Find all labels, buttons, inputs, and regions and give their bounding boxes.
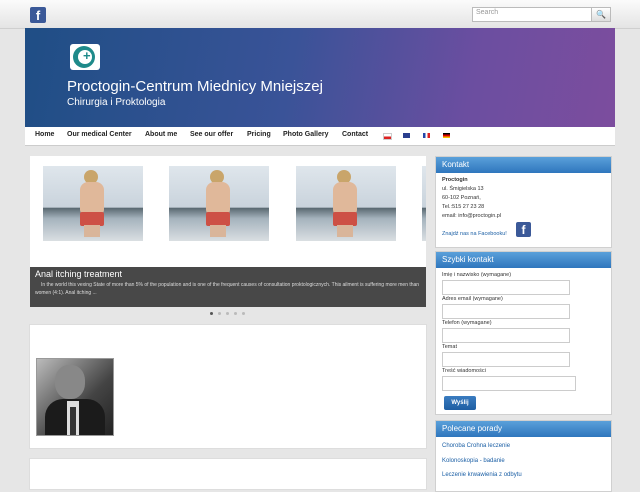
slide-caption-text: In the world this vexing State of more t… <box>35 282 420 296</box>
message-textarea[interactable] <box>442 376 576 391</box>
site-title[interactable]: Proctogin-Centrum Miednicy Mniejszej <box>67 78 323 95</box>
name-field[interactable] <box>442 280 570 295</box>
slide-image <box>422 166 426 241</box>
slider-dot[interactable] <box>218 312 221 315</box>
subject-label: Temat <box>442 344 457 350</box>
nav-item-home[interactable]: Home <box>35 131 54 138</box>
nav-item-contact[interactable]: Contact <box>342 131 368 138</box>
phone-field[interactable] <box>442 328 570 343</box>
kontakt-heading: Kontakt <box>436 157 611 173</box>
slide-caption-title[interactable]: Anal itching treatment <box>35 269 122 279</box>
advice-heading: Polecane porady <box>436 421 611 437</box>
contact-city: 60-102 Poznań, <box>442 195 481 201</box>
english-flag-icon[interactable] <box>403 133 410 138</box>
content-box <box>29 458 427 490</box>
slider-dot[interactable] <box>210 312 213 315</box>
email-field[interactable] <box>442 304 570 319</box>
site-subtitle: Chirurgia i Proktologia <box>67 97 166 108</box>
french-flag-icon[interactable] <box>423 133 430 138</box>
nav-item-about[interactable]: About me <box>145 131 177 138</box>
slide-image <box>169 166 269 241</box>
subject-field[interactable] <box>442 352 570 367</box>
slide-image <box>296 166 396 241</box>
image-slider[interactable]: Anal itching treatment In the world this… <box>30 156 426 307</box>
advice-panel: Polecane porady Choroba Crohna leczenie … <box>435 420 612 492</box>
quick-contact-panel: Szybki kontakt Imię i nazwisko (wymagane… <box>435 251 612 415</box>
slider-dot[interactable] <box>234 312 237 315</box>
advice-link[interactable]: Choroba Crohna leczenie <box>442 443 510 449</box>
slider-dot[interactable] <box>242 312 245 315</box>
main-nav: Home Our medical Center About me See our… <box>25 127 615 146</box>
search-icon: 🔍 <box>596 10 606 19</box>
phone-label: Telefon (wymagane) <box>442 320 492 326</box>
name-label: Imię i nazwisko (wymagane) <box>442 272 512 278</box>
facebook-link[interactable]: Znajdź nas na Facebooku! <box>442 231 507 237</box>
nav-item-gallery[interactable]: Photo Gallery <box>283 131 329 138</box>
search-button[interactable]: 🔍 <box>591 7 611 22</box>
nav-item-pricing[interactable]: Pricing <box>247 131 271 138</box>
facebook-icon[interactable]: f <box>30 7 46 23</box>
polish-flag-icon[interactable] <box>383 133 392 140</box>
contact-street: ul. Śmigielska 13 <box>442 186 484 192</box>
german-flag-icon[interactable] <box>443 133 450 138</box>
site-logo[interactable]: + <box>70 44 100 70</box>
search-input[interactable]: Search <box>472 7 594 22</box>
contact-name: Proctogin <box>442 177 468 183</box>
advice-link[interactable]: Kolonoskopia - badanie <box>442 458 505 464</box>
slide-caption: Anal itching treatment In the world this… <box>30 267 426 307</box>
slider-dot[interactable] <box>226 312 229 315</box>
kontakt-panel: Kontakt Proctogin ul. Śmigielska 13 60-1… <box>435 156 612 248</box>
site-header: + Proctogin-Centrum Miednicy Mniejszej C… <box>25 28 615 127</box>
send-button[interactable]: Wyślij <box>444 396 476 410</box>
facebook-icon[interactable]: f <box>516 222 531 237</box>
quick-contact-heading: Szybki kontakt <box>436 252 611 268</box>
nav-item-medical-center[interactable]: Our medical Center <box>67 131 132 138</box>
email-label: Adres email (wymagane) <box>442 296 503 302</box>
contact-phone: Tel.:515 27 23 28 <box>442 204 485 210</box>
message-label: Treść wiadomości <box>442 368 486 374</box>
slide-image <box>43 166 143 241</box>
doctor-photo <box>36 358 114 436</box>
top-bar: f Search 🔍 <box>0 0 640 29</box>
advice-link[interactable]: Leczenie krwawienia z odbytu <box>442 472 522 478</box>
contact-email[interactable]: email: info@proctogin.pl <box>442 213 501 219</box>
nav-item-offer[interactable]: See our offer <box>190 131 233 138</box>
